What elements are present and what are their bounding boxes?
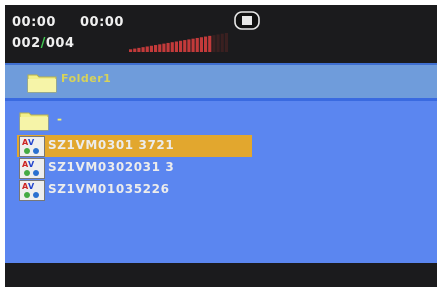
volume-bar (220, 33, 224, 52)
parent-folder-label: - (57, 112, 62, 126)
volume-bar (158, 44, 162, 52)
elapsed-time: 00:00 (12, 15, 56, 30)
folder-icon (27, 74, 57, 93)
player-screen: 00:00 00:00 002/004 Folder1 - A V SZ1VM0… (5, 5, 437, 287)
volume-bar (145, 46, 149, 52)
volume-meter (129, 33, 228, 52)
svg-text:V: V (28, 182, 35, 191)
total-time: 00:00 (80, 15, 124, 30)
video-file-icon: A V (19, 180, 45, 201)
volume-bar (199, 37, 203, 52)
volume-bar (141, 47, 145, 52)
volume-bar (129, 49, 133, 52)
svg-text:V: V (28, 160, 35, 169)
file-list: - A V SZ1VM0301 3721 A V SZ1VM0302031 3 (5, 101, 437, 257)
svg-text:V: V (28, 138, 35, 147)
volume-bar (137, 47, 141, 52)
parent-folder-item[interactable]: - (19, 109, 99, 131)
track-total: 004 (45, 36, 75, 51)
volume-bar (195, 37, 199, 52)
volume-bar (154, 45, 158, 52)
file-item[interactable]: A V SZ1VM01035226 (17, 179, 252, 201)
file-item[interactable]: A V SZ1VM0301 3721 (17, 135, 252, 157)
volume-bar (183, 40, 187, 52)
track-current: 002 (12, 36, 41, 51)
volume-bar (179, 40, 183, 52)
volume-bar (166, 42, 170, 52)
file-name: SZ1VM0302031 3 (48, 160, 175, 174)
status-bar: 00:00 00:00 002/004 (5, 5, 437, 63)
video-file-icon: A V (19, 158, 45, 179)
volume-bar (174, 41, 178, 52)
file-item[interactable]: A V SZ1VM0302031 3 (17, 157, 252, 179)
bottom-bar (5, 263, 437, 287)
volume-bar (224, 33, 228, 52)
stop-icon[interactable] (234, 11, 260, 30)
volume-bar (187, 39, 191, 52)
volume-bar (191, 38, 195, 52)
volume-bar (216, 34, 220, 52)
volume-bar (162, 43, 166, 52)
current-folder-bar: Folder1 (5, 63, 437, 101)
video-file-icon: A V (19, 136, 45, 157)
volume-bar (208, 35, 212, 52)
file-name: SZ1VM01035226 (48, 182, 170, 196)
folder-icon (19, 112, 49, 131)
track-counter: 002/004 (12, 36, 75, 51)
current-folder-name: Folder1 (61, 72, 112, 85)
volume-bar (133, 48, 137, 52)
file-name: SZ1VM0301 3721 (48, 138, 175, 152)
volume-bar (170, 42, 174, 52)
volume-bar (149, 45, 153, 52)
volume-bar (204, 36, 208, 52)
volume-bar (212, 35, 216, 52)
